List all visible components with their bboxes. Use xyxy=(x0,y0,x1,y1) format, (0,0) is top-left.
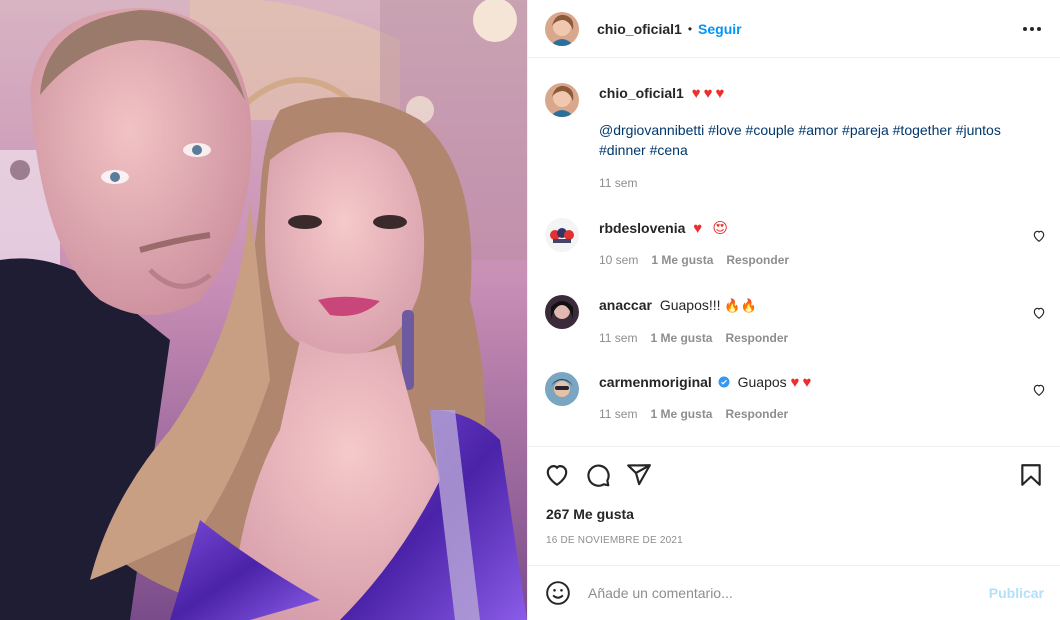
more-horizontal-icon[interactable] xyxy=(1020,17,1044,41)
action-bar xyxy=(528,460,1060,492)
comment-likes[interactable]: 1 Me gusta xyxy=(651,253,713,267)
hashtag-link[interactable]: #together xyxy=(893,122,952,138)
heart-icon[interactable] xyxy=(544,462,570,488)
comment-text: Guapos!!! xyxy=(659,297,721,313)
heart-icon[interactable] xyxy=(1032,383,1046,397)
comment-body: anaccar Guapos!!! 🔥🔥 11 sem 1 Me gusta R… xyxy=(599,295,1016,345)
hashtag-link[interactable]: #cena xyxy=(650,142,688,158)
post-photo[interactable] xyxy=(0,0,527,620)
hashtag-link[interactable]: #dinner xyxy=(599,142,646,158)
follow-button[interactable]: Seguir xyxy=(698,21,742,37)
commenter-avatar[interactable] xyxy=(545,295,579,329)
post-side-panel: chio_oficial1 • Seguir chio_oficial1 ♥♥♥… xyxy=(527,0,1060,620)
verified-icon xyxy=(718,376,730,388)
comment-body: rbdeslovenia ♥ 😍 10 sem 1 Me gusta Respo… xyxy=(599,218,1016,267)
comment-likes[interactable]: 1 Me gusta xyxy=(650,407,712,421)
comment-emoji: ♥♥ xyxy=(790,374,815,391)
hashtag-link[interactable]: #love xyxy=(708,122,741,138)
caption-line-1: @drgiovannibetti #love #couple #amor #pa… xyxy=(599,120,1016,140)
comment-time[interactable]: 11 sem xyxy=(599,407,637,421)
comments-list[interactable]: chio_oficial1 ♥♥♥ @drgiovannibetti #love… xyxy=(528,59,1060,447)
caption-text: @drgiovannibetti #love #couple #amor #pa… xyxy=(599,120,1016,160)
author-username[interactable]: chio_oficial1 xyxy=(597,21,682,37)
caption-line-2: #dinner #cena xyxy=(599,140,1016,160)
caption-meta: 11 sem xyxy=(599,176,1016,190)
commenter-username[interactable]: anaccar xyxy=(599,297,652,313)
reply-button[interactable]: Responder xyxy=(725,331,788,345)
likes-count[interactable]: 267 Me gusta xyxy=(546,506,634,522)
post-date[interactable]: 16 de noviembre de 2021 xyxy=(546,535,683,546)
heart-icon[interactable] xyxy=(1032,229,1046,243)
hashtag-link[interactable]: #couple xyxy=(746,122,795,138)
comment-icon[interactable] xyxy=(585,462,611,488)
caption-hearts: ♥♥♥ xyxy=(691,85,728,102)
hashtag-link[interactable]: #amor xyxy=(798,122,838,138)
share-icon[interactable] xyxy=(626,462,652,488)
hashtag-link[interactable]: #juntos xyxy=(956,122,1001,138)
caption-time[interactable]: 11 sem xyxy=(599,176,637,190)
comment-text: Guapos xyxy=(737,374,787,390)
commenter-username[interactable]: rbdeslovenia xyxy=(599,220,685,236)
caption-header: chio_oficial1 ♥♥♥ xyxy=(599,83,1016,104)
caption-username[interactable]: chio_oficial1 xyxy=(599,85,684,101)
commenter-username[interactable]: carmenmoriginal xyxy=(599,374,712,390)
author-avatar[interactable] xyxy=(545,11,579,46)
comment-emoji: ♥ 😍 xyxy=(693,220,731,237)
caption-body: chio_oficial1 ♥♥♥ @drgiovannibetti #love… xyxy=(599,83,1016,190)
add-comment-bar: Publicar xyxy=(528,565,1060,620)
selfie-illustration xyxy=(0,0,527,620)
comment-body: carmenmoriginal Guapos ♥♥ 11 sem 1 Me gu… xyxy=(599,372,1016,421)
bookmark-icon[interactable] xyxy=(1018,462,1044,488)
commenter-avatar[interactable] xyxy=(545,218,579,252)
publish-button[interactable]: Publicar xyxy=(989,585,1044,601)
separator-dot: • xyxy=(687,21,693,36)
heart-icon[interactable] xyxy=(1032,306,1046,320)
comment-emoji: 🔥🔥 xyxy=(724,299,757,314)
comment-time[interactable]: 10 sem xyxy=(599,253,638,267)
post-header: chio_oficial1 • Seguir xyxy=(528,0,1060,58)
reply-button[interactable]: Responder xyxy=(726,253,789,267)
comment-likes[interactable]: 1 Me gusta xyxy=(650,331,712,345)
comment-meta: 11 sem 1 Me gusta Responder xyxy=(599,407,1016,421)
reply-button[interactable]: Responder xyxy=(725,407,788,421)
comment-time[interactable]: 11 sem xyxy=(599,331,637,345)
emoji-icon[interactable] xyxy=(545,580,571,606)
hashtag-link[interactable]: #pareja xyxy=(842,122,889,138)
post-dialog: chio_oficial1 • Seguir chio_oficial1 ♥♥♥… xyxy=(0,0,1060,620)
comment-meta: 11 sem 1 Me gusta Responder xyxy=(599,331,1016,345)
commenter-avatar[interactable] xyxy=(545,372,579,406)
comment-meta: 10 sem 1 Me gusta Responder xyxy=(599,253,1016,267)
author-avatar[interactable] xyxy=(545,83,579,117)
comment-input[interactable] xyxy=(588,585,989,601)
mention-link[interactable]: @drgiovannibetti xyxy=(599,122,704,138)
